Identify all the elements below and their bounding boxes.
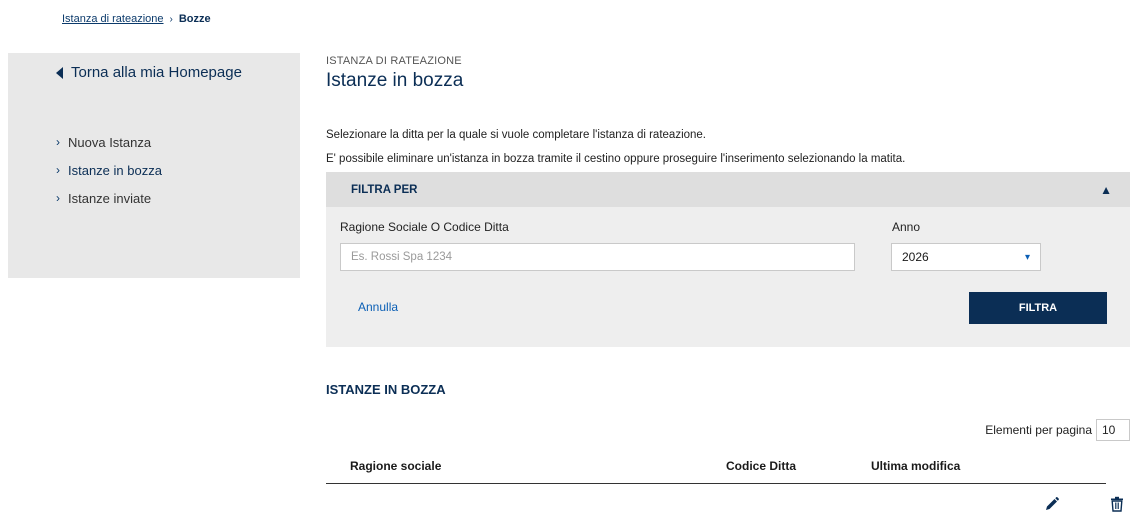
column-header-ultima-modifica[interactable]: Ultima modifica: [871, 459, 960, 473]
breadcrumb-current: Bozze: [178, 13, 211, 25]
chevron-down-icon: ▾: [1024, 251, 1030, 263]
sidebar-item-istanze-inviate[interactable]: › Istanze inviate: [56, 184, 162, 212]
anno-select[interactable]: 2026 ▾: [891, 243, 1041, 271]
breadcrumb-separator-icon: ›: [169, 13, 173, 25]
sidebar-item-label: Istanze in bozza: [68, 162, 162, 178]
breadcrumb: Istanza di rateazione › Bozze: [62, 13, 211, 25]
breadcrumb-link-istanza[interactable]: Istanza di rateazione: [62, 13, 164, 25]
list-section-title: ISTANZE IN BOZZA: [326, 382, 446, 397]
column-header-codice-ditta[interactable]: Codice Ditta: [726, 459, 796, 473]
chevron-right-icon: ›: [56, 163, 60, 177]
sidebar-item-istanze-in-bozza[interactable]: › Istanze in bozza: [56, 156, 162, 184]
pencil-icon[interactable]: [1044, 496, 1060, 517]
table-row: [326, 496, 1130, 516]
ragione-sociale-input[interactable]: [340, 243, 855, 271]
filter-panel: FILTRA PER ▲ Ragione Sociale O Codice Di…: [326, 172, 1130, 347]
column-header-ragione-sociale[interactable]: Ragione sociale: [350, 459, 441, 473]
page-title: Istanze in bozza: [326, 70, 464, 91]
filter-panel-title: FILTRA PER: [351, 183, 418, 196]
page-eyebrow: ISTANZA DI RATEAZIONE: [326, 55, 462, 67]
per-page-control: Elementi per pagina 10: [985, 419, 1130, 441]
sidebar-item-label: Nuova Istanza: [68, 134, 152, 150]
filtra-button[interactable]: FILTRA: [969, 292, 1107, 324]
ragione-sociale-label: Ragione Sociale O Codice Ditta: [340, 220, 509, 234]
anno-label: Anno: [892, 220, 921, 234]
chevron-right-icon: ›: [56, 191, 60, 205]
intro-line-1: Selezionare la ditta per la quale si vuo…: [326, 129, 706, 141]
table-header: Ragione sociale Codice Ditta Ultima modi…: [326, 457, 1106, 484]
trash-icon[interactable]: [1110, 496, 1124, 517]
back-to-homepage-link[interactable]: Torna alla mia Homepage: [56, 64, 242, 81]
triangle-left-icon: [56, 66, 63, 79]
anno-select-value: 2026: [902, 250, 929, 264]
intro-line-2: E' possibile eliminare un'istanza in boz…: [326, 153, 906, 165]
filter-panel-header[interactable]: FILTRA PER ▲: [326, 172, 1130, 207]
sidebar-item-label: Istanze inviate: [68, 190, 152, 206]
per-page-label: Elementi per pagina: [985, 423, 1092, 437]
back-to-homepage-label: Torna alla mia Homepage: [71, 64, 242, 81]
chevron-right-icon: ›: [56, 135, 60, 149]
per-page-input[interactable]: 10: [1096, 419, 1130, 441]
main-content: ISTANZA DI RATEAZIONE Istanze in bozza S…: [326, 55, 1130, 512]
annulla-link[interactable]: Annulla: [358, 300, 398, 314]
chevron-up-icon[interactable]: ▲: [1100, 183, 1112, 197]
sidebar-nav: › Nuova Istanza › Istanze in bozza › Ist…: [56, 128, 162, 212]
intro-text: Selezionare la ditta per la quale si vuo…: [326, 123, 1116, 171]
sidebar-item-nuova-istanza[interactable]: › Nuova Istanza: [56, 128, 162, 156]
